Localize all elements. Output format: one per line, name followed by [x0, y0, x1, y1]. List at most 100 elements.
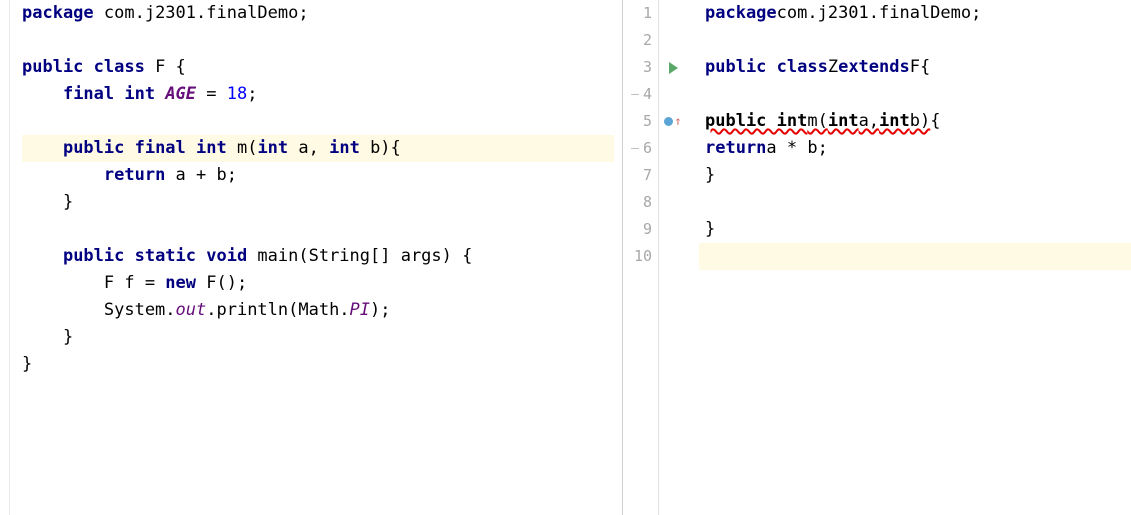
code-token: ;: [247, 81, 257, 108]
code-line[interactable]: [699, 189, 1131, 216]
line-number[interactable]: 10: [623, 243, 652, 270]
line-number[interactable]: 2: [623, 27, 652, 54]
code-line[interactable]: return a + b;: [22, 162, 614, 189]
gutter-blank: [659, 162, 687, 189]
code-line[interactable]: public class Z extends F{: [699, 54, 1131, 81]
code-token: out: [176, 297, 207, 324]
code-token: a * b;: [766, 135, 827, 162]
run-icon: [669, 62, 678, 74]
code-token: [22, 243, 63, 270]
left-code-area[interactable]: package com.j2301.finalDemo; public class…: [0, 0, 622, 378]
code-token: =: [196, 81, 227, 108]
code-token: }: [22, 189, 73, 216]
gutter-blank: [659, 189, 687, 216]
code-line[interactable]: return a * b;: [699, 135, 1131, 162]
code-token: PI: [350, 297, 370, 324]
override-gutter-icon[interactable]: ↑: [659, 108, 687, 135]
gutter-blank: [659, 216, 687, 243]
line-number[interactable]: 1: [623, 0, 652, 27]
code-token: F f =: [22, 270, 165, 297]
code-token: Z: [828, 54, 838, 81]
code-line[interactable]: [699, 27, 1131, 54]
code-token: int: [879, 108, 910, 135]
code-token: .println(Math.: [206, 297, 349, 324]
code-line[interactable]: System.out.println(Math.PI);: [22, 297, 614, 324]
code-line[interactable]: [22, 108, 614, 135]
code-token: extends: [838, 54, 910, 81]
gutter-icon-column[interactable]: ↑: [659, 0, 687, 515]
code-token: 18: [227, 81, 247, 108]
code-token: }: [705, 216, 715, 243]
collapse-dash-icon: —: [631, 81, 639, 108]
code-line[interactable]: }: [699, 216, 1131, 243]
code-token: package: [705, 0, 777, 27]
dash-gutter-icon[interactable]: [659, 135, 687, 162]
code-token: }: [705, 162, 715, 189]
code-line[interactable]: final int AGE = 18;: [22, 81, 614, 108]
code-token: return: [104, 162, 176, 189]
line-number[interactable]: 7: [623, 162, 652, 189]
code-token: int: [828, 108, 859, 135]
run-gutter-icon[interactable]: [659, 54, 687, 81]
code-token: new: [165, 270, 206, 297]
code-line[interactable]: package com.j2301.finalDemo;: [22, 0, 614, 27]
line-number[interactable]: 5: [623, 108, 652, 135]
code-token: final int: [63, 81, 165, 108]
code-token: F {: [155, 54, 186, 81]
code-token: com.j2301.finalDemo;: [104, 0, 309, 27]
code-token: public int: [705, 108, 807, 135]
code-token: a,: [298, 135, 329, 162]
override-icon: ↑: [664, 108, 681, 135]
code-line[interactable]: [699, 243, 1131, 270]
code-token: int: [329, 135, 370, 162]
code-line[interactable]: package com.j2301.finalDemo;: [699, 0, 1131, 27]
line-number[interactable]: 3: [623, 54, 652, 81]
code-token: b): [910, 108, 930, 135]
code-token: a,: [859, 108, 879, 135]
code-token: com.j2301.finalDemo;: [777, 0, 982, 27]
code-line[interactable]: public int m(int a,int b){: [699, 108, 1131, 135]
code-line[interactable]: public class F {: [22, 54, 614, 81]
code-token: int: [257, 135, 298, 162]
code-line[interactable]: public static void main(String[] args) {: [22, 243, 614, 270]
code-line[interactable]: }: [22, 351, 614, 378]
code-token: }: [22, 351, 32, 378]
gutter-blank: [659, 0, 687, 27]
code-line[interactable]: }: [22, 189, 614, 216]
code-token: package: [22, 0, 104, 27]
code-token: }: [22, 324, 73, 351]
collapse-dash-icon: —: [631, 135, 639, 162]
line-number[interactable]: —6: [623, 135, 652, 162]
code-line[interactable]: }: [22, 324, 614, 351]
code-line[interactable]: }: [699, 162, 1131, 189]
line-number[interactable]: 8: [623, 189, 652, 216]
dash-gutter-icon[interactable]: [659, 81, 687, 108]
code-token: [22, 135, 63, 162]
code-token: F();: [206, 270, 247, 297]
code-token: public final int: [63, 135, 237, 162]
code-token: System.: [22, 297, 176, 324]
code-token: m(: [237, 135, 257, 162]
code-line[interactable]: [699, 81, 1131, 108]
code-token: AGE: [165, 81, 196, 108]
code-token: a + b;: [176, 162, 237, 189]
code-token: [22, 162, 104, 189]
code-token: public class: [22, 54, 155, 81]
line-number[interactable]: 9: [623, 216, 652, 243]
code-token: [22, 81, 63, 108]
line-number-gutter[interactable]: 123—45—678910: [623, 0, 659, 515]
right-editor-pane[interactable]: package com.j2301.finalDemo; public class…: [687, 0, 1131, 515]
code-token: m(: [807, 108, 827, 135]
code-line[interactable]: public final int m(int a, int b){: [22, 135, 614, 162]
code-token: main(String[] args) {: [257, 243, 472, 270]
code-token: b){: [370, 135, 401, 162]
code-line[interactable]: [22, 27, 614, 54]
left-editor-pane[interactable]: package com.j2301.finalDemo; public class…: [0, 0, 623, 515]
code-line[interactable]: F f = new F();: [22, 270, 614, 297]
code-token: return: [705, 135, 766, 162]
code-line[interactable]: [22, 216, 614, 243]
code-token: public static void: [63, 243, 257, 270]
right-code-area[interactable]: package com.j2301.finalDemo; public class…: [687, 0, 1131, 515]
code-token: {: [930, 108, 940, 135]
line-number[interactable]: —4: [623, 81, 652, 108]
